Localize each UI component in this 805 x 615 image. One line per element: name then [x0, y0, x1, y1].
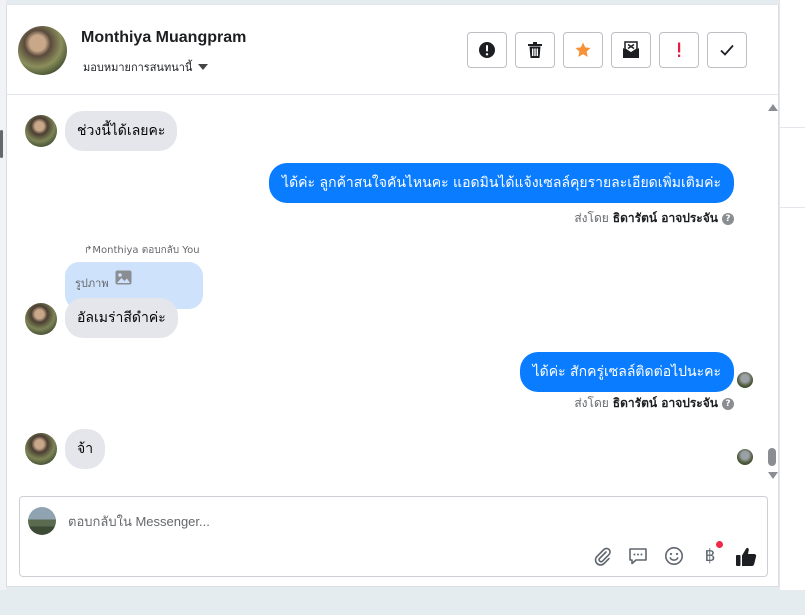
sent-by-agent: ธิดารัตน์ อาจประจัน: [612, 211, 718, 225]
exclamation-icon: [678, 42, 681, 57]
contact-avatar[interactable]: [18, 26, 67, 75]
seen-avatar: [737, 372, 753, 388]
assign-conversation-dropdown[interactable]: มอบหมายการสนทนานี้: [83, 58, 209, 76]
scroll-up-arrow[interactable]: [768, 104, 778, 111]
payment-button[interactable]: ฿: [699, 541, 723, 567]
spam-button[interactable]: [467, 32, 507, 68]
notification-dot: [716, 541, 723, 548]
help-icon[interactable]: ?: [722, 397, 734, 410]
outgoing-message-bubble[interactable]: ได้ค่ะ สักครู่เซลล์ติดต่อไปนะคะ: [519, 352, 734, 392]
like-button[interactable]: [735, 545, 757, 567]
help-icon[interactable]: ?: [722, 212, 734, 225]
follow-up-button[interactable]: [659, 32, 699, 68]
incoming-message-bubble[interactable]: อัลเมร่าสีดำค่ะ: [65, 298, 178, 338]
reply-note: ↱Monthiya ตอบกลับ You: [84, 245, 200, 256]
assign-label: มอบหมายการสนทนานี้: [83, 61, 193, 74]
delete-button[interactable]: [515, 32, 555, 68]
sent-by-label: ส่งโดย ธิดารัตน์ อาจประจัน ?: [574, 394, 734, 413]
contact-name[interactable]: Monthiya Muangpram: [81, 29, 246, 47]
mark-unread-button[interactable]: [611, 32, 651, 68]
baht-icon: ฿: [704, 546, 716, 566]
incoming-message-bubble[interactable]: จ้า: [65, 429, 106, 469]
sent-by-agent: ธิดารัตน์ อาจประจัน: [612, 396, 718, 410]
reply-composer: ฿: [19, 496, 768, 577]
alert-circle-icon: [479, 42, 495, 58]
conversation-header: Monthiya Muangpram มอบหมายการสนทนานี้: [7, 5, 778, 95]
emoji-button[interactable]: [663, 545, 685, 567]
paperclip-icon: [594, 547, 611, 566]
sent-by-prefix: ส่งโดย: [574, 396, 609, 410]
caret-down-icon: [198, 64, 209, 70]
scroll-thumb[interactable]: [768, 448, 776, 466]
contact-avatar-small: [25, 433, 57, 465]
scroll-down-arrow[interactable]: [768, 472, 778, 479]
sent-by-prefix: ส่งโดย: [574, 211, 609, 225]
star-button[interactable]: [563, 32, 603, 68]
left-scroll-tick: [0, 130, 3, 158]
contact-avatar-small: [25, 115, 57, 147]
reply-input[interactable]: [68, 511, 728, 531]
thumbs-up-icon: [736, 547, 757, 566]
chat-bubble-icon: [629, 548, 647, 565]
emoji-icon: [665, 547, 683, 565]
thread-scrollbar[interactable]: [766, 100, 778, 485]
image-icon: [115, 270, 132, 285]
right-side-panel: [779, 0, 805, 590]
seen-avatar: [737, 449, 753, 465]
page-avatar: [28, 507, 56, 535]
saved-replies-button[interactable]: [627, 545, 649, 567]
contact-avatar-small: [25, 303, 57, 335]
check-icon: [720, 44, 734, 56]
attach-button[interactable]: [591, 545, 613, 567]
message-thread[interactable]: ช่วงนี้ได้เลยคะ ได้ค่ะ ลูกค้าสนใจคันไหนค…: [7, 96, 778, 491]
composer-tools: ฿: [591, 541, 757, 567]
incoming-message-bubble[interactable]: ช่วงนี้ได้เลยคะ: [65, 111, 178, 151]
header-actions: [467, 32, 747, 68]
quoted-label: รูปภาพ: [75, 277, 109, 290]
star-icon: [575, 42, 591, 57]
envelope-x-icon: [623, 41, 639, 58]
done-button[interactable]: [707, 32, 747, 68]
trash-icon: [528, 42, 542, 58]
outgoing-message-bubble[interactable]: ได้ค่ะ ลูกค้าสนใจคันไหนคะ แอดมินได้แจ้งเ…: [269, 163, 734, 203]
sent-by-label: ส่งโดย ธิดารัตน์ อาจประจัน ?: [574, 209, 734, 228]
conversation-panel: Monthiya Muangpram มอบหมายการสนทนานี้ ช่…: [6, 4, 779, 587]
